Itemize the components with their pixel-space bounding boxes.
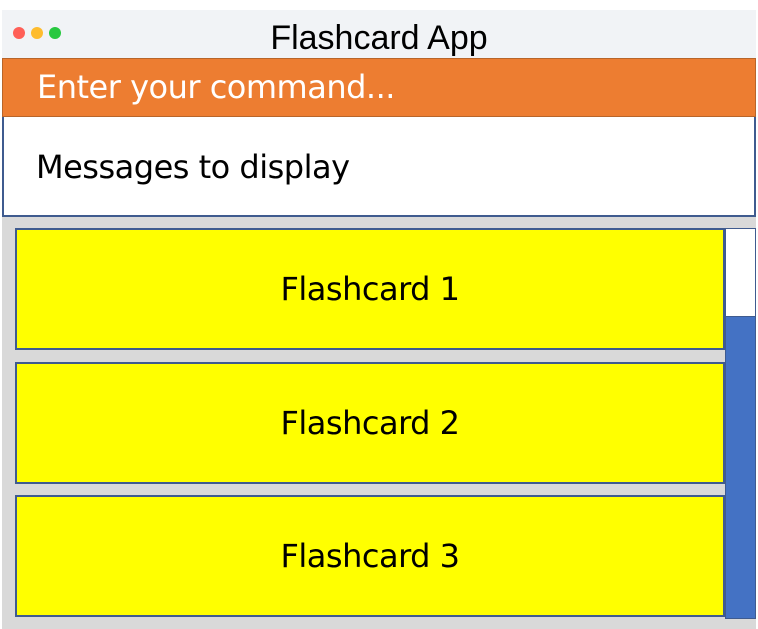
flashcard-list[interactable]: Flashcard 1 Flashcard 2 Flashcard 3 — [15, 228, 756, 619]
scrollbar-thumb[interactable] — [726, 229, 755, 317]
flashcard-item[interactable]: Flashcard 3 — [15, 495, 725, 617]
result-display: Messages to display — [2, 117, 756, 217]
title-bar: Flashcard App — [2, 10, 756, 58]
flashcard-list-scrollbar[interactable] — [725, 228, 756, 619]
flashcard-item[interactable]: Flashcard 1 — [15, 228, 725, 350]
flashcard-item[interactable]: Flashcard 2 — [15, 362, 725, 484]
command-input[interactable]: Enter your command... — [2, 58, 756, 117]
window-title: Flashcard App — [270, 19, 488, 57]
app-window: Flashcard App Enter your command... Mess… — [2, 10, 756, 629]
